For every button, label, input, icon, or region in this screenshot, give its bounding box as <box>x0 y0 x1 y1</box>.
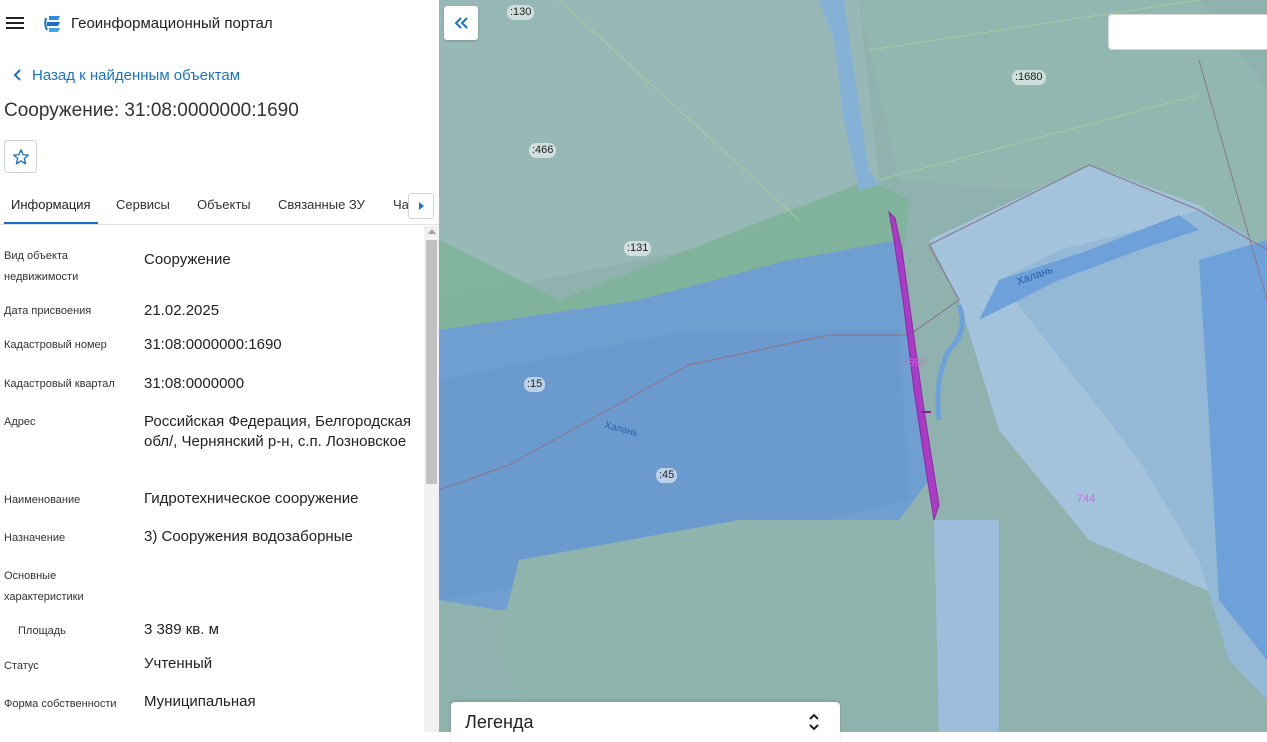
app-header: Геоинформационный портал <box>0 0 439 48</box>
double-chevron-left-icon <box>454 17 468 29</box>
info-label: Основные характеристики <box>4 570 84 603</box>
info-value: 3) Сооружения водозаборные <box>144 528 353 545</box>
info-label: Кадастровый квартал <box>4 378 115 390</box>
map-parcel-label[interactable]: :1680 <box>1012 70 1046 85</box>
star-outline-icon <box>12 148 29 164</box>
map-object-label[interactable]: 744 <box>1077 493 1095 505</box>
caret-right-icon <box>419 202 424 210</box>
info-value: 31:08:0000000 <box>144 375 245 392</box>
tab-info[interactable]: Информация <box>4 188 98 224</box>
portal-logo-icon <box>44 16 60 32</box>
expand-collapse-icon[interactable] <box>807 712 821 732</box>
hamburger-menu-icon[interactable] <box>6 14 24 30</box>
tabs-scroll-right-button[interactable] <box>408 193 434 219</box>
legend-panel[interactable]: Легенда <box>451 702 840 742</box>
tab-parts[interactable]: Ча <box>393 188 409 222</box>
map-selected-object-label[interactable]: 1690 <box>902 357 926 369</box>
map-search-input[interactable] <box>1108 14 1267 50</box>
app-title: Геоинформационный портал <box>71 15 273 32</box>
info-label: Дата присвоения <box>4 305 92 317</box>
map-canvas[interactable] <box>439 0 1267 732</box>
map-parcel-label[interactable]: :15 <box>524 377 546 392</box>
sidebar-panel: Геоинформационный портал Назад к найденн… <box>0 0 439 732</box>
info-value: 31:08:0000000:1690 <box>144 336 282 353</box>
info-label: Статус <box>4 660 39 672</box>
info-label: Площадь <box>18 625 66 637</box>
map-parcel-label[interactable]: :130 <box>507 5 535 20</box>
back-link-label: Назад к найденным объектам <box>32 66 241 84</box>
info-value: 21.02.2025 <box>144 302 220 319</box>
info-value: Гидротехническое сооружение <box>144 490 359 507</box>
info-value: Учтенный <box>144 655 213 672</box>
tab-services[interactable]: Сервисы <box>116 188 170 222</box>
tab-objects[interactable]: Объекты <box>197 188 251 222</box>
scroll-up-arrow-icon[interactable] <box>428 229 436 234</box>
info-value: Муниципальная <box>144 693 256 710</box>
info-label: Кадастровый номер <box>4 339 107 351</box>
chevron-left-icon <box>13 69 21 81</box>
map-parcel-label[interactable]: :131 <box>624 241 652 256</box>
tab-related-parcels[interactable]: Связанные ЗУ <box>278 188 365 222</box>
page-title: Сооружение: 31:08:0000000:1690 <box>4 100 299 121</box>
info-value: Сооружение <box>144 251 231 268</box>
legend-title: Легенда <box>465 712 534 732</box>
info-value: Российская Федерация, Белгородская обл/,… <box>144 413 411 450</box>
info-label: Назначение <box>4 532 66 544</box>
scrollbar-thumb[interactable] <box>426 240 437 484</box>
info-label: Адрес <box>4 416 36 428</box>
info-value: 3 389 кв. м <box>144 621 219 638</box>
info-label: Наименование <box>4 494 81 506</box>
map-parcel-label[interactable]: :45 <box>656 468 678 483</box>
info-label: Форма собственности <box>4 698 117 710</box>
map-view[interactable]: :130 :1680 :466 :131 :15 :45 Халань Хала… <box>439 0 1267 732</box>
favorite-button[interactable] <box>4 140 37 173</box>
info-label: Вид объекта недвижимости <box>4 250 79 283</box>
collapse-sidebar-button[interactable] <box>444 6 478 40</box>
back-to-results-link[interactable]: Назад к найденным объектам <box>8 64 240 86</box>
tab-bar: Информация Сервисы Объекты Связанные ЗУ … <box>0 188 439 225</box>
map-parcel-label[interactable]: :466 <box>529 143 557 158</box>
sidebar-scrollbar[interactable] <box>424 226 439 732</box>
